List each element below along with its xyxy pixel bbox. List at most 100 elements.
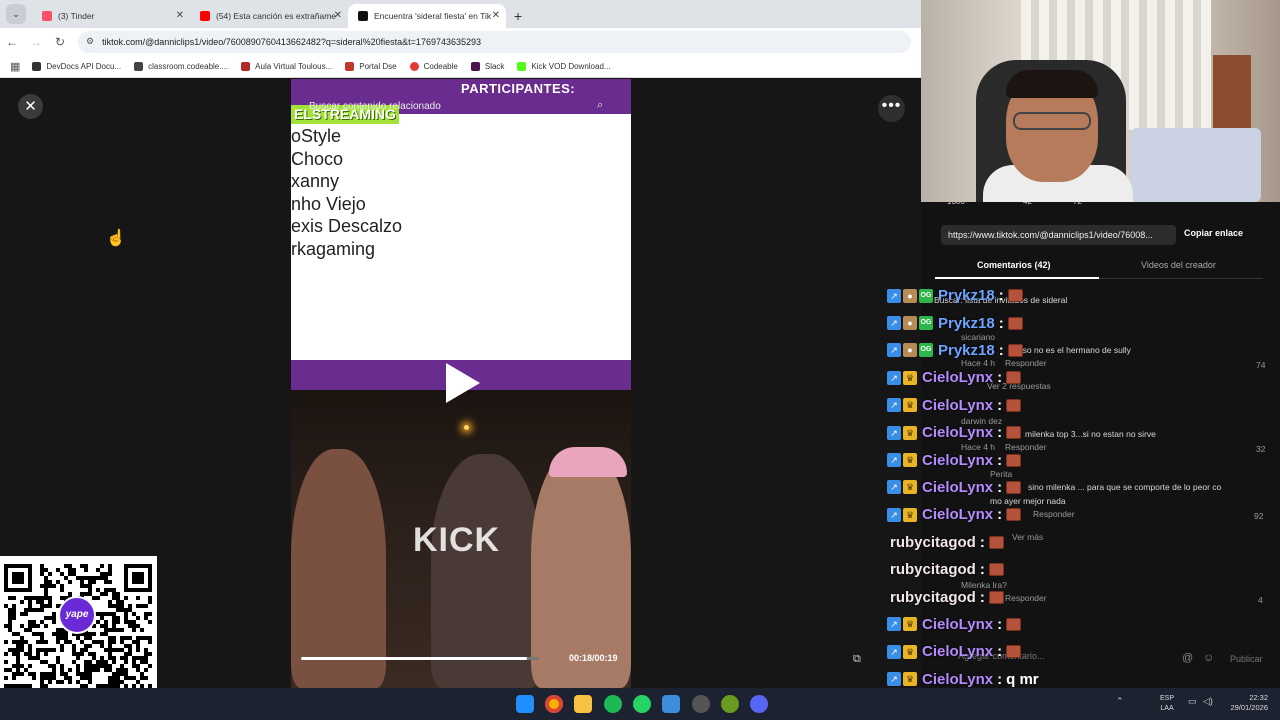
chat-username[interactable]: CieloLynx: [922, 369, 993, 386]
whatsapp-icon[interactable]: [633, 695, 651, 713]
tab-label: (3) Tinder: [58, 11, 95, 21]
chat-username[interactable]: rubycitagod: [890, 589, 976, 606]
chat-username[interactable]: CieloLynx: [922, 424, 993, 441]
file-explorer-icon[interactable]: [574, 695, 592, 713]
forward-icon[interactable]: →: [24, 30, 48, 54]
chat-username[interactable]: Prykz18: [938, 315, 995, 332]
bookmark-classroom[interactable]: classroom.codeable....: [134, 61, 228, 71]
url-field[interactable]: ⚙ tiktok.com/@danniclips1/video/76008907…: [78, 30, 911, 53]
emote-icon: [1006, 371, 1022, 385]
webcam-bed: [1131, 128, 1261, 202]
emote-icon: [1007, 289, 1023, 303]
chat-message: ↗♛ CieloLynx:: [887, 392, 1022, 419]
emote-icon: [1007, 343, 1023, 357]
spotify-icon[interactable]: [604, 695, 622, 713]
tab-creator-videos[interactable]: Videos del creador: [1141, 260, 1216, 270]
emote-icon: [1006, 480, 1022, 494]
close-icon[interactable]: ✕: [334, 4, 342, 28]
chat-separator: :: [997, 670, 1003, 688]
comment-tabs: Comentarios (42) Videos del creador: [935, 255, 1263, 279]
tab-comments[interactable]: Comentarios (42): [977, 260, 1051, 270]
close-icon[interactable]: ✕: [18, 94, 43, 119]
chat-username[interactable]: Prykz18: [938, 287, 995, 304]
bookmark-kick-vod[interactable]: Kick VOD Download...: [517, 61, 611, 71]
video-progress-bar[interactable]: [301, 657, 539, 660]
chat-separator: :: [998, 314, 1004, 332]
emote-icon: [1006, 645, 1022, 659]
windows-start-icon[interactable]: [516, 695, 534, 713]
xbox-icon[interactable]: [721, 695, 739, 713]
chat-username[interactable]: Prykz18: [938, 342, 995, 359]
chat-username[interactable]: rubycitagod: [890, 561, 976, 578]
codeable-icon: [409, 61, 419, 71]
arrow-badge-icon: ↗: [887, 425, 901, 440]
participant-name: Choco: [291, 148, 344, 169]
portal-icon: [345, 61, 355, 71]
picture-in-picture-icon[interactable]: ⧉: [853, 653, 861, 666]
person-left: [291, 449, 386, 688]
bookmark-slack[interactable]: Slack: [470, 61, 504, 71]
tab-tinder[interactable]: (3) Tinder ✕: [32, 4, 190, 28]
arrow-badge-icon: ↗: [887, 644, 901, 659]
close-icon[interactable]: ✕: [176, 4, 184, 28]
video-link-field[interactable]: https://www.tiktok.com/@danniclips1/vide…: [941, 225, 1176, 245]
video-progress-fill: [301, 657, 528, 660]
apps-grid-icon[interactable]: ▦: [10, 60, 20, 73]
search-icon[interactable]: ⌕: [597, 99, 603, 112]
chat-username[interactable]: CieloLynx: [922, 452, 993, 469]
capture-icon[interactable]: [692, 695, 710, 713]
photos-icon[interactable]: [662, 695, 680, 713]
chat-username[interactable]: CieloLynx: [922, 616, 993, 633]
chevron-up-icon[interactable]: ⌃: [1116, 696, 1124, 707]
tiktok-icon: [358, 11, 368, 21]
chat-username[interactable]: CieloLynx: [922, 479, 993, 496]
chat-username[interactable]: rubycitagod: [890, 534, 976, 551]
chat-separator: :: [997, 506, 1003, 524]
webcam-hair: [1006, 70, 1098, 98]
close-icon[interactable]: ✕: [492, 4, 500, 28]
arrow-badge-icon: ↗: [887, 398, 901, 413]
chat-message: ↗ ● OG Prykz18:: [887, 337, 1023, 364]
bookmark-aula-virtual[interactable]: Aula Virtual Toulous...: [241, 61, 332, 71]
copy-link-button[interactable]: Copiar enlace: [1184, 228, 1243, 238]
chat-username[interactable]: CieloLynx: [922, 643, 993, 660]
chat-message: ↗♛ CieloLynx:: [887, 611, 1022, 638]
browser-tab-bar: ⌄ (3) Tinder ✕ (54) Esta canción es extr…: [0, 0, 921, 28]
more-options-icon[interactable]: •••: [878, 95, 905, 122]
chat-separator: :: [997, 478, 1003, 496]
site-info-icon[interactable]: ⚙: [86, 36, 94, 47]
participant-name: exis Descalzo: [291, 216, 403, 237]
emote-icon: [1006, 453, 1022, 467]
bookmark-codeable[interactable]: Codeable: [409, 61, 458, 71]
chrome-icon[interactable]: [545, 695, 563, 713]
chat-username[interactable]: CieloLynx: [922, 506, 993, 523]
crown-badge-icon: ♛: [903, 370, 917, 385]
network-icon[interactable]: ▭: [1188, 696, 1197, 707]
play-icon[interactable]: [446, 363, 480, 403]
kick-icon: [517, 61, 527, 71]
search-related-link[interactable]: Buscar contenido relacionado: [309, 101, 441, 112]
clock[interactable]: 22:32 29/01/2026: [1226, 693, 1268, 713]
language-indicator[interactable]: ESP LAA: [1160, 694, 1174, 714]
participants-title: PARTICIPANTES:: [461, 81, 576, 96]
url-text: tiktok.com/@danniclips1/video/7600890760…: [102, 36, 482, 47]
screen: ⌄ (3) Tinder ✕ (54) Esta canción es extr…: [0, 0, 1280, 720]
tab-search-icon[interactable]: ⌄: [6, 4, 26, 24]
tab-tiktok[interactable]: Encuentra 'sideral fiesta' en Tik ✕: [348, 4, 506, 28]
pink-cap: [549, 447, 627, 477]
chat-username[interactable]: CieloLynx: [922, 397, 993, 414]
bookmark-portal-dse[interactable]: Portal Dse: [345, 61, 397, 71]
video-player[interactable]: PARTICIPANTES: ELSTREAMING Buscar conten…: [291, 79, 631, 688]
tab-youtube[interactable]: (54) Esta canción es extrañame ✕: [190, 4, 348, 28]
discord-icon[interactable]: [750, 695, 768, 713]
volume-icon[interactable]: ◁): [1203, 696, 1213, 707]
bookmark-devdocs[interactable]: DevDocs API Docu...: [32, 61, 121, 71]
new-tab-button[interactable]: +: [506, 4, 530, 28]
reload-icon[interactable]: ↻: [48, 30, 72, 54]
tinder-icon: [42, 11, 52, 21]
poop-badge-icon: ●: [903, 343, 917, 358]
chat-username[interactable]: CieloLynx: [922, 671, 993, 688]
yape-logo: yape: [58, 596, 96, 634]
og-badge-icon: OG: [919, 343, 933, 358]
back-icon[interactable]: ←: [0, 30, 24, 54]
